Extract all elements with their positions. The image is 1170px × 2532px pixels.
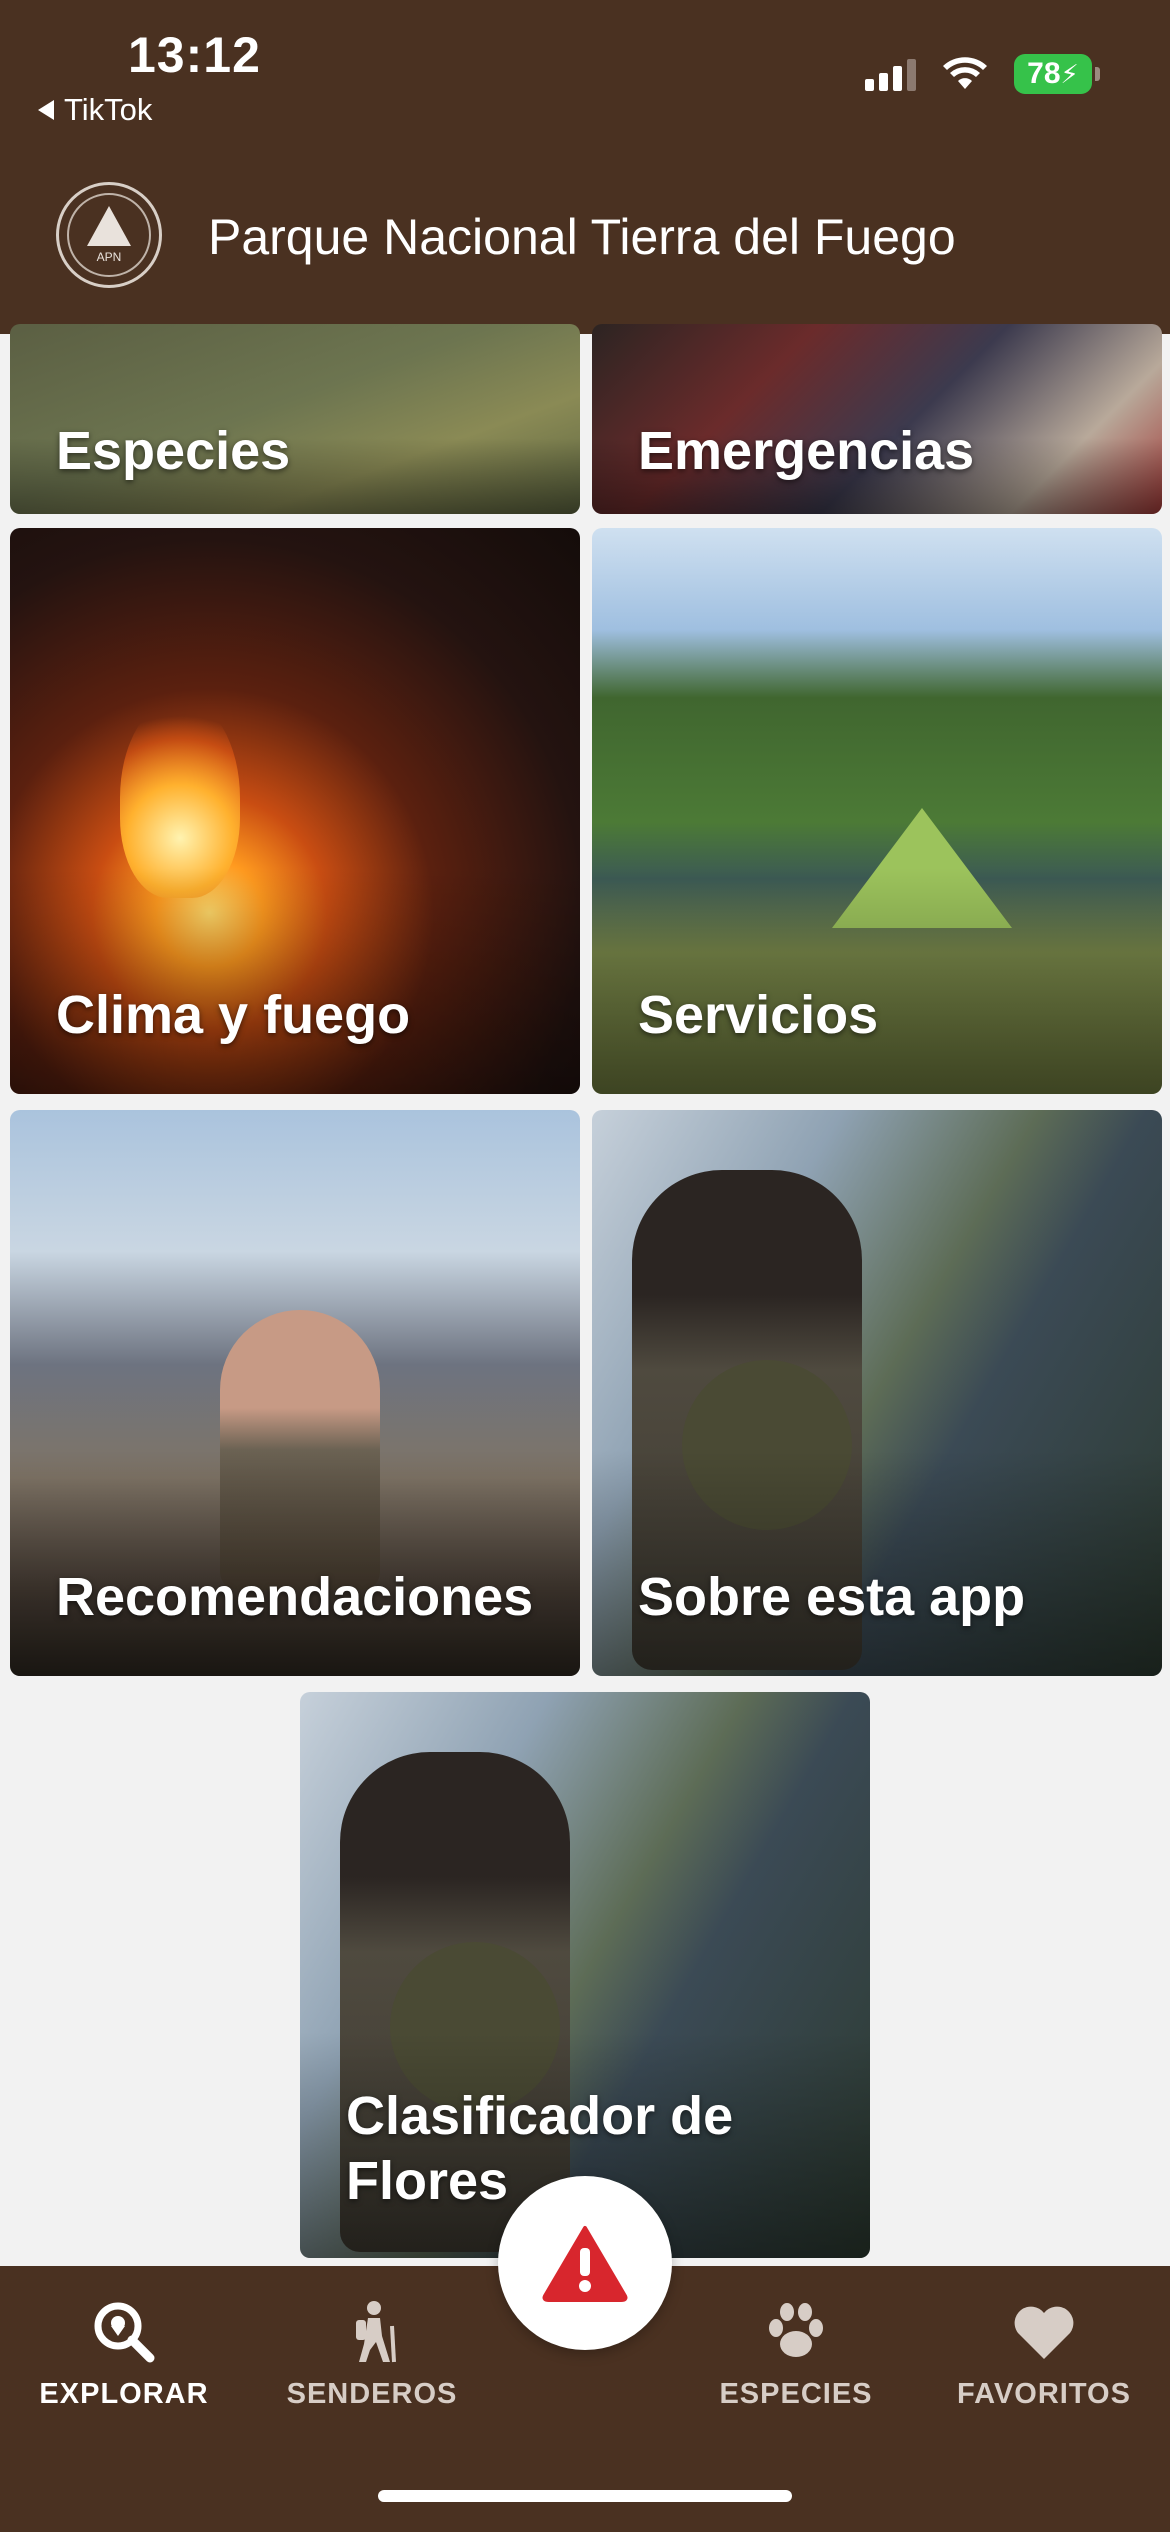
page-title: Parque Nacional Tierra del Fuego [208, 209, 956, 265]
nav-label: EXPLORAR [39, 2378, 209, 2410]
tile-label: Sobre esta app [638, 1567, 1026, 1628]
hiker-icon [340, 2300, 404, 2364]
tile-label: Clima y fuego [56, 985, 411, 1046]
nav-especies[interactable]: ESPECIES [686, 2300, 906, 2411]
back-to-app-link[interactable]: TikTok [38, 92, 152, 128]
tile-label: Especies [56, 421, 291, 482]
tree-icon [87, 206, 131, 246]
tile-label: Emergencias [638, 421, 975, 482]
tile-recomendaciones[interactable]: Recomendaciones [10, 1110, 580, 1676]
home-indicator[interactable] [378, 2490, 792, 2502]
emergency-alert-button[interactable] [498, 2176, 672, 2350]
back-app-label: TikTok [64, 92, 153, 127]
nav-explorar[interactable]: EXPLORAR [14, 2300, 234, 2411]
search-location-icon [92, 2300, 156, 2364]
tile-servicios[interactable]: Servicios [592, 528, 1162, 1094]
tile-especies[interactable]: Especies [10, 324, 580, 514]
status-time: 13:12 [128, 27, 261, 83]
cellular-signal-icon [865, 57, 916, 91]
tile-clasificador-de-flores[interactable]: Clasificador de Flores [300, 1692, 870, 2258]
status-icons: 78 ⚡ [865, 54, 1100, 94]
wifi-icon [943, 57, 987, 89]
paw-icon [764, 2300, 828, 2364]
warning-triangle-icon [542, 2226, 628, 2302]
tile-emergencias[interactable]: Emergencias [592, 324, 1162, 514]
tile-clima-y-fuego[interactable]: Clima y fuego [10, 528, 580, 1094]
nav-label: FAVORITOS [957, 2378, 1131, 2410]
tile-label: Recomendaciones [56, 1567, 534, 1628]
park-logo: APN [56, 182, 162, 288]
battery-icon: 78 ⚡ [1014, 54, 1100, 94]
nav-label: SENDEROS [286, 2378, 458, 2410]
tile-sobre-esta-app[interactable]: Sobre esta app [592, 1110, 1162, 1676]
battery-level: 78 [1027, 57, 1061, 90]
nav-favoritos[interactable]: FAVORITOS [934, 2300, 1154, 2411]
app-header: 13:12 TikTok 78 ⚡ APN Parque Nacional Tie… [0, 0, 1170, 334]
nav-senderos[interactable]: SENDEROS [262, 2300, 482, 2411]
heart-icon [1012, 2300, 1076, 2364]
logo-text: APN [96, 250, 122, 264]
nav-label: ESPECIES [719, 2378, 873, 2410]
tile-label: Servicios [638, 985, 879, 1046]
back-arrow-icon [38, 100, 54, 120]
